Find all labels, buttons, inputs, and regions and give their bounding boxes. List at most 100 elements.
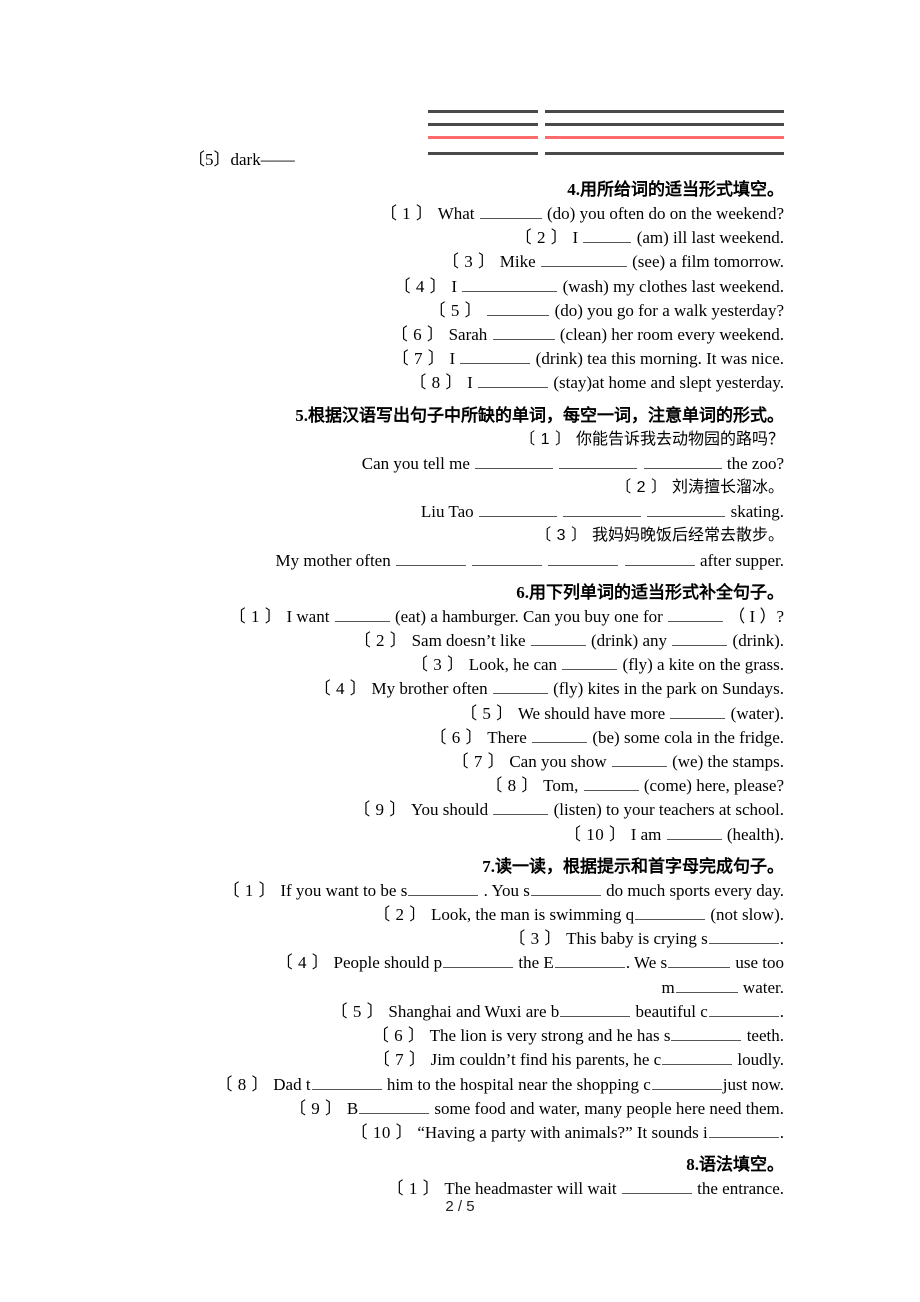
answer-blank[interactable] (583, 228, 632, 244)
item-text-pre: I (467, 373, 473, 393)
item-number: 〔 9 〕 (289, 1098, 343, 1118)
s6-item-7: 〔 7 〕 Can you show (we) the stamps. (132, 750, 784, 774)
item-text-pre: I (451, 276, 458, 296)
answer-blank[interactable] (487, 301, 550, 316)
answer-blank[interactable] (359, 1099, 430, 1114)
s6-item-8: 〔 8 〕 Tom, (come) here, please? (132, 774, 784, 798)
answer-blank[interactable] (492, 679, 548, 695)
answer-blank[interactable] (530, 881, 601, 896)
s4-item-1: 〔 1 〕 What (do) you often do on the week… (132, 202, 784, 226)
section-5-number: 5. (295, 405, 308, 425)
item-text-post: (drink) tea this morning. It was nice. (535, 349, 784, 369)
rule-segment-right (545, 110, 784, 113)
answer-blank[interactable] (671, 1026, 742, 1042)
item-text-pre: Mike (499, 252, 536, 272)
item-text-post: do much sports every day. (606, 880, 784, 900)
answer-blank[interactable] (443, 953, 514, 969)
answer-blank[interactable] (562, 655, 618, 671)
item-text-post: (fly) kites in the park on Sundays. (553, 679, 784, 699)
answer-blank[interactable] (334, 607, 390, 622)
s6-item-1: 〔 1 〕 I want (eat) a hamburger. Can you … (132, 605, 784, 629)
answer-blank[interactable] (708, 1123, 779, 1138)
s7-item-4: 〔 4 〕 People should p the E . We s use to… (132, 951, 784, 975)
answer-blank[interactable] (408, 881, 479, 896)
answer-blank[interactable] (479, 204, 542, 219)
item-number: 〔 2 〕 (514, 228, 569, 248)
answer-blank[interactable] (472, 551, 543, 566)
page-number-footer: 2 / 5 (445, 1198, 475, 1215)
answer-blank[interactable] (554, 953, 625, 969)
item-number: 〔 7 〕 (451, 752, 506, 772)
answer-blank[interactable] (548, 551, 619, 566)
s4-item-3: 〔 3 〕 Mike (see) a film tomorrow. (132, 250, 784, 274)
section-7-number: 7. (482, 856, 495, 876)
answer-blank[interactable] (621, 1179, 692, 1195)
item-text-post: just now. (722, 1074, 784, 1094)
s6-item-2: 〔 2 〕 Sam doesn’t like (drink) any (drin… (132, 629, 784, 653)
answer-blank[interactable] (462, 277, 558, 292)
item-text-pre: My brother often (371, 679, 488, 699)
s7-item-5: 〔 5 〕 Shanghai and Wuxi are b beautiful … (132, 1000, 784, 1024)
rule-segment-right-red (545, 136, 784, 139)
item-number: 〔 8 〕 (215, 1074, 270, 1094)
item-number: 〔 1 〕 (228, 606, 283, 626)
section-6-number: 6. (516, 582, 529, 602)
answer-blank[interactable] (708, 929, 779, 945)
answer-blank[interactable] (559, 454, 638, 469)
answer-blank[interactable] (478, 373, 549, 389)
section-7-title: 读一读，根据提示和首字母完成句子。 (495, 856, 784, 876)
section-5-title: 根据汉语写出句子中所缺的单词，每空一词，注意单词的形式。 (308, 405, 784, 425)
answer-blank[interactable] (560, 1002, 631, 1017)
section-7-heading: 7.读一读，根据提示和首字母完成句子。 (132, 855, 784, 879)
answer-blank[interactable] (651, 1075, 722, 1090)
s6-item-6: 〔 6 〕 There (be) some cola in the fridge… (132, 726, 784, 750)
answer-blank[interactable] (478, 502, 557, 518)
rule-row-3-red (132, 136, 784, 139)
section-4-number: 4. (567, 180, 580, 199)
item-text-pre: Tom, (543, 776, 579, 796)
answer-blank[interactable] (672, 631, 728, 647)
item-text-pre: I want (286, 606, 330, 626)
item-text-post: . (779, 1001, 784, 1021)
s7-item-1: 〔 1 〕 If you want to be s . You s do muc… (132, 879, 784, 903)
answer-blank[interactable] (675, 978, 738, 993)
answer-blank[interactable] (668, 953, 731, 969)
leftover-item-row: 〔5〕dark—— (132, 150, 784, 172)
answer-blank[interactable] (643, 454, 722, 469)
answer-blank[interactable] (583, 776, 639, 792)
item-number: 〔 1 〕 (222, 880, 277, 900)
answer-blank[interactable] (460, 349, 531, 365)
section-6-heading: 6.用下列单词的适当形式补全句子。 (132, 581, 784, 605)
answer-blank[interactable] (493, 800, 549, 816)
item-text-pre: Shanghai and Wuxi are b (388, 1001, 560, 1021)
s5-item-2-chinese: 〔 2 〕 刘涛擅长溜冰。 (132, 476, 784, 500)
answer-blank[interactable] (635, 905, 706, 921)
s6-item-10: 〔 10 〕 I am (health). (132, 823, 784, 847)
answer-blank[interactable] (395, 551, 466, 566)
answer-blank[interactable] (624, 551, 695, 566)
s5-item-1-chinese: 〔 1 〕 你能告诉我去动物园的路吗？ (132, 428, 784, 452)
answer-blank[interactable] (532, 728, 588, 743)
item-number: 〔 3 〕 (508, 929, 562, 949)
answer-blank[interactable] (666, 825, 722, 840)
answer-blank[interactable] (475, 454, 554, 469)
answer-blank[interactable] (611, 752, 667, 768)
item-number: 〔 6 〕 (429, 727, 483, 747)
answer-blank[interactable] (311, 1075, 382, 1090)
item-text-post: (clean) her room every weekend. (559, 325, 784, 345)
answer-blank[interactable] (708, 1002, 779, 1017)
answer-blank[interactable] (670, 704, 726, 719)
answer-blank[interactable] (530, 631, 586, 647)
item-text-mid: the E (518, 953, 554, 973)
answer-blank[interactable] (662, 1050, 733, 1066)
answer-blank[interactable] (563, 502, 642, 518)
s7-item-10: 〔 10 〕 “Having a party with animals?” It… (132, 1121, 784, 1145)
answer-blank[interactable] (540, 252, 627, 268)
s7-item-4-continuation: m water. (132, 976, 784, 1000)
section-4-title: 用所给词的适当形式填空。 (580, 180, 784, 199)
item-text-post: some food and water, many people here ne… (434, 1098, 784, 1118)
s4-item-6: 〔 6 〕 Sarah (clean) her room every weeke… (132, 323, 784, 347)
answer-blank[interactable] (668, 607, 724, 622)
answer-blank[interactable] (647, 502, 726, 518)
answer-blank[interactable] (492, 325, 555, 341)
